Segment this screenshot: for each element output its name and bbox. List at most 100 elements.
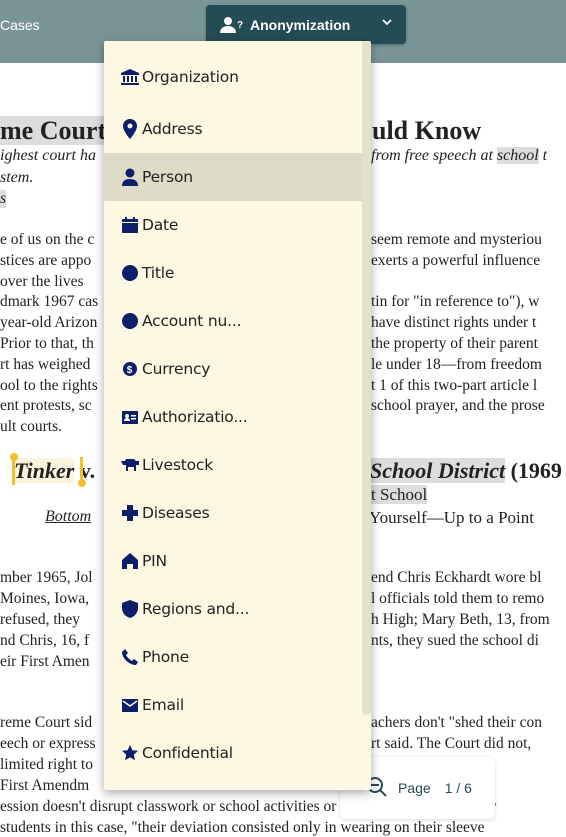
menu-item-label: Address [142,120,203,138]
menu-item-label: Authorizatio... [142,408,248,426]
menu-item-confidential[interactable]: Confidential [104,729,371,777]
doc-text-line: dmark 1967 cas [0,293,99,311]
svg-text:$: $ [127,365,133,376]
doc-text-line: l officials told them to remo [371,590,545,607]
scrollbar-thumb[interactable] [362,41,371,715]
doc-subtitle-3: s [0,190,7,208]
doc-text-line: Prior to that, th [0,335,94,352]
anonymization-label: Anonymization [250,16,351,33]
nav-cases[interactable]: Cases [0,17,40,33]
doc-text-line: limited right to [0,756,93,773]
bottom-line-right: Yourself—Up to a Point [369,508,534,527]
doc-text-line: ent protests, sc [0,397,92,415]
menu-item-label: Email [142,696,185,714]
bank-icon [120,68,140,86]
circle-icon [120,312,140,330]
doc-title-left: me Court [0,116,107,146]
menu-item-ssn[interactable]: SSN [104,777,371,790]
menu-item-label: Confidential [142,744,233,762]
doc-text-line: tin for "in reference to"), w [371,293,540,311]
cow-icon [120,456,140,474]
menu-item-date[interactable]: Date [104,201,371,249]
doc-subtitle-2: stem. [0,169,34,186]
menu-item-label: Date [142,216,179,234]
circle-icon [120,264,140,282]
doc-text-line: year-old Arizon [0,314,98,332]
doc-text-line: have distinct rights under t [371,314,537,332]
menu-item-label: Livestock [142,456,213,474]
doc-text-line: le under 18—from freedom [371,355,542,373]
menu-item-title[interactable]: Title [104,249,371,297]
envelope-icon [120,696,140,714]
doc-text-line: the property of their parent [371,335,538,352]
menu-item-diseases[interactable]: Diseases [104,489,371,537]
doc-text-line: t 1 of this two-part article l [371,376,538,394]
entity-type-menu: Organization Address Person Date Title Accoun… [104,41,371,790]
calendar-icon [120,216,140,234]
doc-text-line: mber 1965, Jol [0,569,93,586]
selection-handle-end[interactable] [78,457,86,487]
doc-text-line: ool to the rights [0,376,98,394]
page-number[interactable]: 1 / 6 [445,780,472,796]
doc-subtitle-right: from free speech at school t [371,147,548,164]
menu-item-label: Organization [142,68,239,86]
menu-item-person[interactable]: Person [104,153,371,201]
highlight: me Court [0,116,107,145]
menu-item-label: Regions and... [142,600,250,618]
menu-scrollbar[interactable] [362,41,371,790]
menu-item-pin[interactable]: PIN [104,537,371,585]
menu-item-email[interactable]: Email [104,681,371,729]
map-marker-icon [120,119,140,139]
menu-item-account-nu[interactable]: Account nu... [104,297,371,345]
menu-item-authorizatio[interactable]: Authorizatio... [104,393,371,441]
doc-text-line: h High; Mary Beth, 13, from [371,611,550,628]
id-card-icon [120,408,140,426]
doc-text-line: ult courts. [0,418,62,436]
menu-item-address[interactable]: Address [104,105,371,153]
doc-text-line: seem remote and mysteriou [371,231,542,248]
menu-item-livestock[interactable]: Livestock [104,441,371,489]
star-icon [120,744,140,762]
person-question-icon: ? [220,16,250,34]
person-icon [120,168,140,186]
menu-item-label: PIN [142,552,167,570]
menu-item-organization[interactable]: Organization [104,49,371,105]
doc-text-line: rt said. The Court did not, [371,735,532,752]
case-title-right: School District (1969 [370,458,562,483]
menu-item-currency[interactable]: $ Currency [104,345,371,393]
doc-text-line: nd Chris, 16, f [0,632,90,649]
menu-item-label: Diseases [142,504,210,522]
menu-item-label: Person [142,168,193,186]
doc-text-line: eech or express [0,735,96,752]
doc-text-line: e of us on the c [0,231,95,248]
menu-item-phone[interactable]: Phone [104,633,371,681]
case-subtitle: t School [371,485,428,504]
doc-title-right: uld Know [372,116,482,145]
menu-item-label: Phone [142,648,190,666]
shield-icon [120,600,140,618]
doc-text-line: rt has weighed [0,355,91,373]
doc-text-line: end Chris Eckhardt wore bl [371,569,542,586]
anonymization-dropdown-button[interactable]: ? Anonymization [206,5,406,44]
doc-text-line: stices are appo [0,251,92,269]
menu-item-label: Currency [142,360,211,378]
phone-icon [120,648,140,666]
doc-text-line: over the lives [0,272,84,290]
doc-subtitle-left: ighest court ha [0,147,96,164]
doc-text-line: school prayer, and the prose [371,397,545,415]
doc-text-line: reme Court sid [0,714,93,731]
menu-item-regions-and[interactable]: Regions and... [104,585,371,633]
doc-text-line: First Amendm [0,777,90,794]
home-icon [120,552,140,570]
menu-item-label: Account nu... [142,312,242,330]
doc-text-line: refused, they [0,611,81,628]
plus-icon [120,504,140,522]
doc-text-line: students in this case, "their deviation … [0,819,485,836]
menu-item-label: Title [142,264,175,282]
page-label: Page [398,780,431,796]
doc-text-line: nts, they sued the school di [371,632,539,649]
chevron-down-icon [380,15,394,32]
bottom-line-left: Bottom [45,508,92,525]
doc-text-line: exerts a powerful influence [371,251,541,269]
selection-handle-start[interactable] [10,453,18,485]
